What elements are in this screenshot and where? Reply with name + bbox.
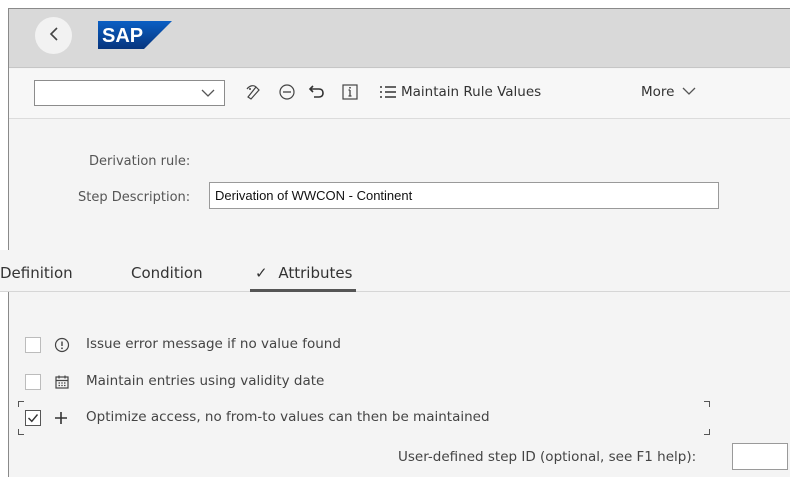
validity-date-option-label: Maintain entries using validity date bbox=[86, 373, 325, 389]
back-button[interactable] bbox=[35, 17, 72, 54]
variant-select[interactable] bbox=[34, 80, 225, 106]
chevron-down-icon bbox=[682, 87, 696, 95]
tab-definition[interactable]: Definition bbox=[0, 264, 73, 282]
optimize-access-option-label: Optimize access, no from-to values can t… bbox=[86, 409, 490, 425]
chevron-down-icon[interactable] bbox=[201, 87, 215, 102]
focus-bracket-bottom-right bbox=[704, 429, 710, 435]
validity-date-checkbox[interactable] bbox=[25, 374, 41, 390]
step-id-label: User-defined step ID (optional, see F1 h… bbox=[398, 449, 697, 465]
chevron-left-icon bbox=[48, 26, 60, 46]
list-icon[interactable] bbox=[378, 82, 398, 102]
tab-condition[interactable]: Condition bbox=[131, 264, 203, 282]
plus-icon bbox=[53, 410, 69, 426]
error-message-option-label: Issue error message if no value found bbox=[86, 336, 341, 352]
step-description-input[interactable]: Derivation of WWCON - Continent bbox=[209, 182, 719, 209]
focus-bracket-top-right bbox=[704, 401, 710, 407]
optimize-access-checkbox[interactable] bbox=[25, 410, 41, 426]
tab-bar bbox=[0, 250, 790, 292]
step-id-input[interactable] bbox=[732, 443, 788, 470]
checkmark-icon bbox=[28, 414, 39, 423]
check-icon: ✓ bbox=[255, 264, 268, 282]
maintain-rule-values-button[interactable]: Maintain Rule Values bbox=[401, 84, 541, 100]
error-message-checkbox[interactable] bbox=[25, 337, 41, 353]
sap-logo: SAP bbox=[98, 21, 172, 53]
more-label: More bbox=[641, 84, 675, 100]
sap-logo-text: SAP bbox=[102, 25, 143, 47]
step-description-label: Step Description: bbox=[78, 190, 191, 205]
more-button[interactable]: More bbox=[641, 84, 696, 100]
info-icon[interactable] bbox=[340, 82, 360, 102]
tab-attributes-label: Attributes bbox=[278, 264, 353, 282]
undo-icon[interactable] bbox=[307, 82, 327, 102]
focus-bracket-bottom-left bbox=[18, 429, 24, 435]
minus-circle-icon[interactable] bbox=[277, 82, 297, 102]
alert-circle-icon bbox=[54, 337, 70, 353]
selected-tab-indicator bbox=[250, 289, 356, 292]
tab-attributes[interactable]: ✓ Attributes bbox=[255, 264, 352, 282]
derivation-rule-label: Derivation rule: bbox=[89, 154, 191, 169]
display-change-icon[interactable] bbox=[244, 82, 264, 102]
focus-bracket-top-left bbox=[18, 401, 24, 407]
calendar-icon bbox=[54, 374, 70, 390]
